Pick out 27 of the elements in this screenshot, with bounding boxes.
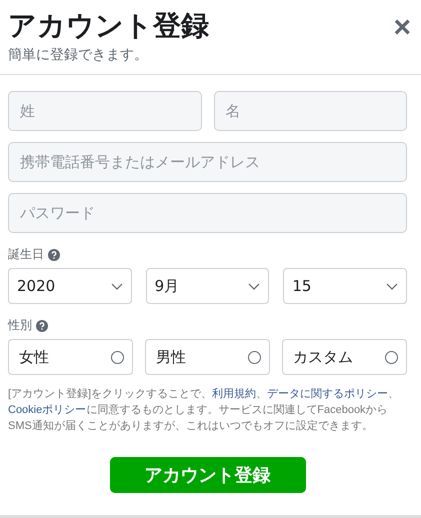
radio-icon[interactable] (248, 350, 261, 364)
window-title: アカウント登録 (8, 8, 209, 44)
gender-option[interactable]: 女性 (8, 339, 133, 375)
terms-link[interactable]: 利用規約 (212, 388, 256, 400)
chevron-icon (248, 282, 260, 290)
terms-link[interactable]: データに関するポリシー (267, 388, 388, 400)
chevron-icon (386, 282, 398, 290)
subtitle: 簡単に登録できます。 (8, 46, 149, 64)
contact-field[interactable]: 携帯電話番号またはメールアドレス (8, 142, 407, 182)
date-select[interactable]: 9月 (146, 268, 270, 304)
help-icon[interactable] (48, 248, 60, 260)
gender-option[interactable]: 男性 (145, 339, 270, 375)
name-field[interactable]: 姓 (8, 91, 202, 131)
gender-option[interactable]: カスタム (282, 339, 407, 375)
birthday-label: 誕生日 (8, 246, 44, 263)
terms-link[interactable]: Cookieポリシー (8, 404, 86, 416)
chevron-icon (110, 282, 123, 290)
date-select[interactable]: 2020 (8, 268, 132, 304)
close-button[interactable]: × (393, 12, 411, 44)
date-select[interactable]: 15 (283, 268, 408, 304)
radio-icon[interactable] (111, 350, 124, 364)
radio-icon[interactable] (385, 350, 398, 364)
help-icon[interactable] (36, 320, 48, 332)
password-field[interactable]: パスワード (8, 193, 407, 233)
gender-label: 性別 (8, 317, 32, 334)
name-field[interactable]: 名 (214, 91, 407, 131)
terms-text: [アカウント登録]をクリックすることで、利用規約、データに関するポリシー、 Cookieポリシー に同意するものとします。サービスに関連してFacebookからSMS通知が届くことがありますが、これはいつでもオフに設定できます。 (8, 387, 400, 434)
